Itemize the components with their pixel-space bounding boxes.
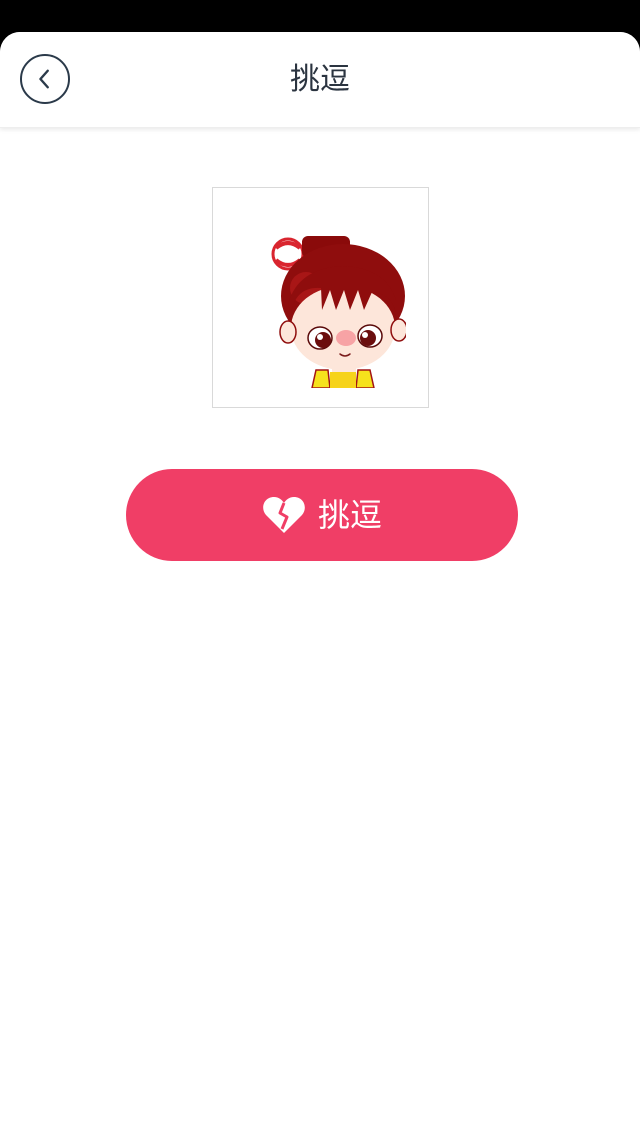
chevron-left-icon: [39, 69, 49, 89]
sticker-image-frame[interactable]: [212, 187, 429, 408]
tease-button[interactable]: 挑逗: [126, 469, 518, 561]
nav-bar: 挑逗: [0, 32, 640, 128]
back-button[interactable]: [20, 54, 70, 104]
cartoon-girl-sticker: [271, 235, 406, 388]
page-title: 挑逗: [290, 62, 350, 97]
broken-heart-icon: [263, 497, 305, 533]
page-sheet: 挑逗 挑逗: [0, 32, 640, 1138]
tease-button-label: 挑逗: [317, 496, 382, 534]
